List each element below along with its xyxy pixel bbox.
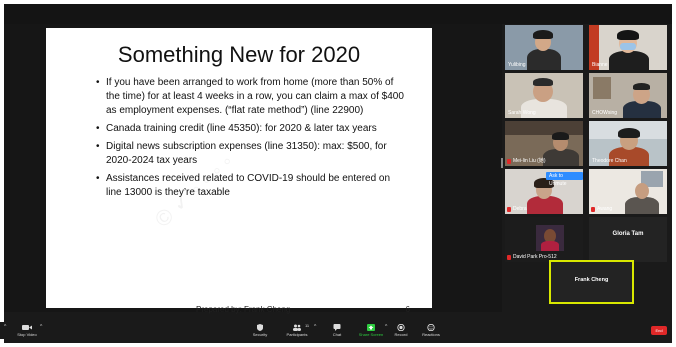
muted-mic-icon bbox=[591, 207, 595, 212]
slide-bullet-list: If you have been arranged to work from h… bbox=[96, 76, 406, 204]
participant-hair bbox=[533, 30, 553, 39]
participant-name: Mei-lin Liu (她) bbox=[513, 158, 546, 164]
participant-name: Debra bbox=[513, 206, 527, 212]
chat-icon bbox=[333, 324, 341, 331]
participant-body bbox=[543, 149, 579, 166]
participant-count-badge: 11 bbox=[305, 323, 310, 328]
security-label: Security bbox=[252, 332, 268, 337]
participant-face bbox=[635, 183, 649, 199]
slide-bullet: Canada training credit (line 45350): for… bbox=[96, 122, 406, 136]
share-screen-icon bbox=[367, 324, 375, 331]
face-mask bbox=[620, 43, 636, 50]
participant-name: Awang bbox=[597, 206, 613, 212]
participant-name: Yulibing bbox=[508, 62, 526, 68]
slide-title: Something New for 2020 bbox=[117, 42, 361, 67]
participant-body bbox=[625, 197, 659, 214]
video-tile[interactable]: Yulibing bbox=[505, 25, 583, 70]
active-speaker-name: Frank Cheng bbox=[574, 277, 609, 283]
participant-body bbox=[541, 241, 559, 251]
participants-options-caret-icon[interactable]: ^ bbox=[314, 324, 316, 330]
participants-label: Participants bbox=[286, 332, 308, 337]
video-options-caret-icon[interactable]: ^ bbox=[40, 324, 42, 330]
background-decor bbox=[593, 77, 611, 99]
chat-label: Chat bbox=[332, 332, 342, 337]
participant-hair bbox=[533, 78, 553, 86]
muted-mic-icon bbox=[507, 207, 511, 212]
reactions-label: Reactions bbox=[422, 332, 440, 337]
chat-button[interactable]: Chat bbox=[318, 324, 356, 337]
shield-icon bbox=[257, 324, 263, 331]
name-only-tile[interactable]: Gloria Tam bbox=[589, 217, 667, 262]
ask-to-unmute-button[interactable]: Ask to Unmute bbox=[546, 172, 583, 187]
stop-video-label: Stop Video bbox=[17, 332, 37, 337]
reactions-icon bbox=[427, 324, 435, 331]
top-bar bbox=[4, 4, 672, 24]
participant-name: Gloria Tam bbox=[612, 231, 644, 237]
participant-name: Bianne bbox=[592, 62, 608, 68]
participant-body bbox=[527, 49, 561, 70]
participant-hair bbox=[617, 30, 639, 40]
participant-name: Theodore Chan bbox=[592, 158, 627, 164]
slide-page-number: 6 bbox=[405, 305, 410, 314]
video-tile[interactable]: Awang bbox=[589, 169, 667, 214]
participant-body bbox=[609, 51, 649, 70]
slide-bullet: Digital news subscription expenses (line… bbox=[96, 140, 406, 168]
slide-author: Prepared by: Frank Cheng bbox=[196, 305, 291, 314]
slide-bullet: Assistances received related to COVID-19… bbox=[96, 172, 406, 200]
slide-bullet: If you have been arranged to work from h… bbox=[96, 76, 406, 118]
participant-hair bbox=[618, 128, 640, 138]
presentation-slide: Something New for 2020 If you have been … bbox=[46, 28, 432, 314]
video-tile[interactable]: Bianne bbox=[589, 25, 667, 70]
record-icon bbox=[397, 324, 405, 331]
meeting-controls-bar: ^ Stop Video ^ Security Participants 11 … bbox=[0, 322, 668, 339]
video-tile[interactable]: Sarah Wong bbox=[505, 73, 583, 118]
participant-hair bbox=[552, 132, 569, 140]
reactions-button[interactable]: Reactions bbox=[412, 324, 450, 337]
video-tile[interactable]: Mei-lin Liu (她) bbox=[505, 121, 583, 166]
video-tile[interactable]: CHOWsing bbox=[589, 73, 667, 118]
shared-screen-area: Something New for 2020 If you have been … bbox=[4, 24, 502, 314]
video-tile[interactable]: Ask to Unmute ⌄ Debra bbox=[505, 169, 583, 214]
video-tile[interactable]: Theodore Chan bbox=[589, 121, 667, 166]
participant-name: CHOWsing bbox=[592, 110, 618, 116]
muted-mic-icon bbox=[507, 159, 511, 164]
background-decor bbox=[505, 121, 583, 135]
security-button[interactable]: Security bbox=[241, 324, 279, 337]
video-tile[interactable]: David Park Pro-512 bbox=[505, 217, 583, 262]
participant-name: Sarah Wong bbox=[508, 110, 536, 116]
participants-button[interactable]: Participants bbox=[278, 324, 316, 337]
active-speaker-tile[interactable]: Frank Cheng bbox=[549, 260, 634, 304]
end-meeting-button[interactable]: End bbox=[651, 326, 667, 335]
video-camera-icon bbox=[22, 325, 32, 330]
muted-mic-icon bbox=[507, 255, 511, 260]
participants-icon bbox=[293, 324, 301, 331]
participant-hair bbox=[633, 83, 650, 90]
audio-options-caret-icon[interactable]: ^ bbox=[4, 324, 6, 330]
